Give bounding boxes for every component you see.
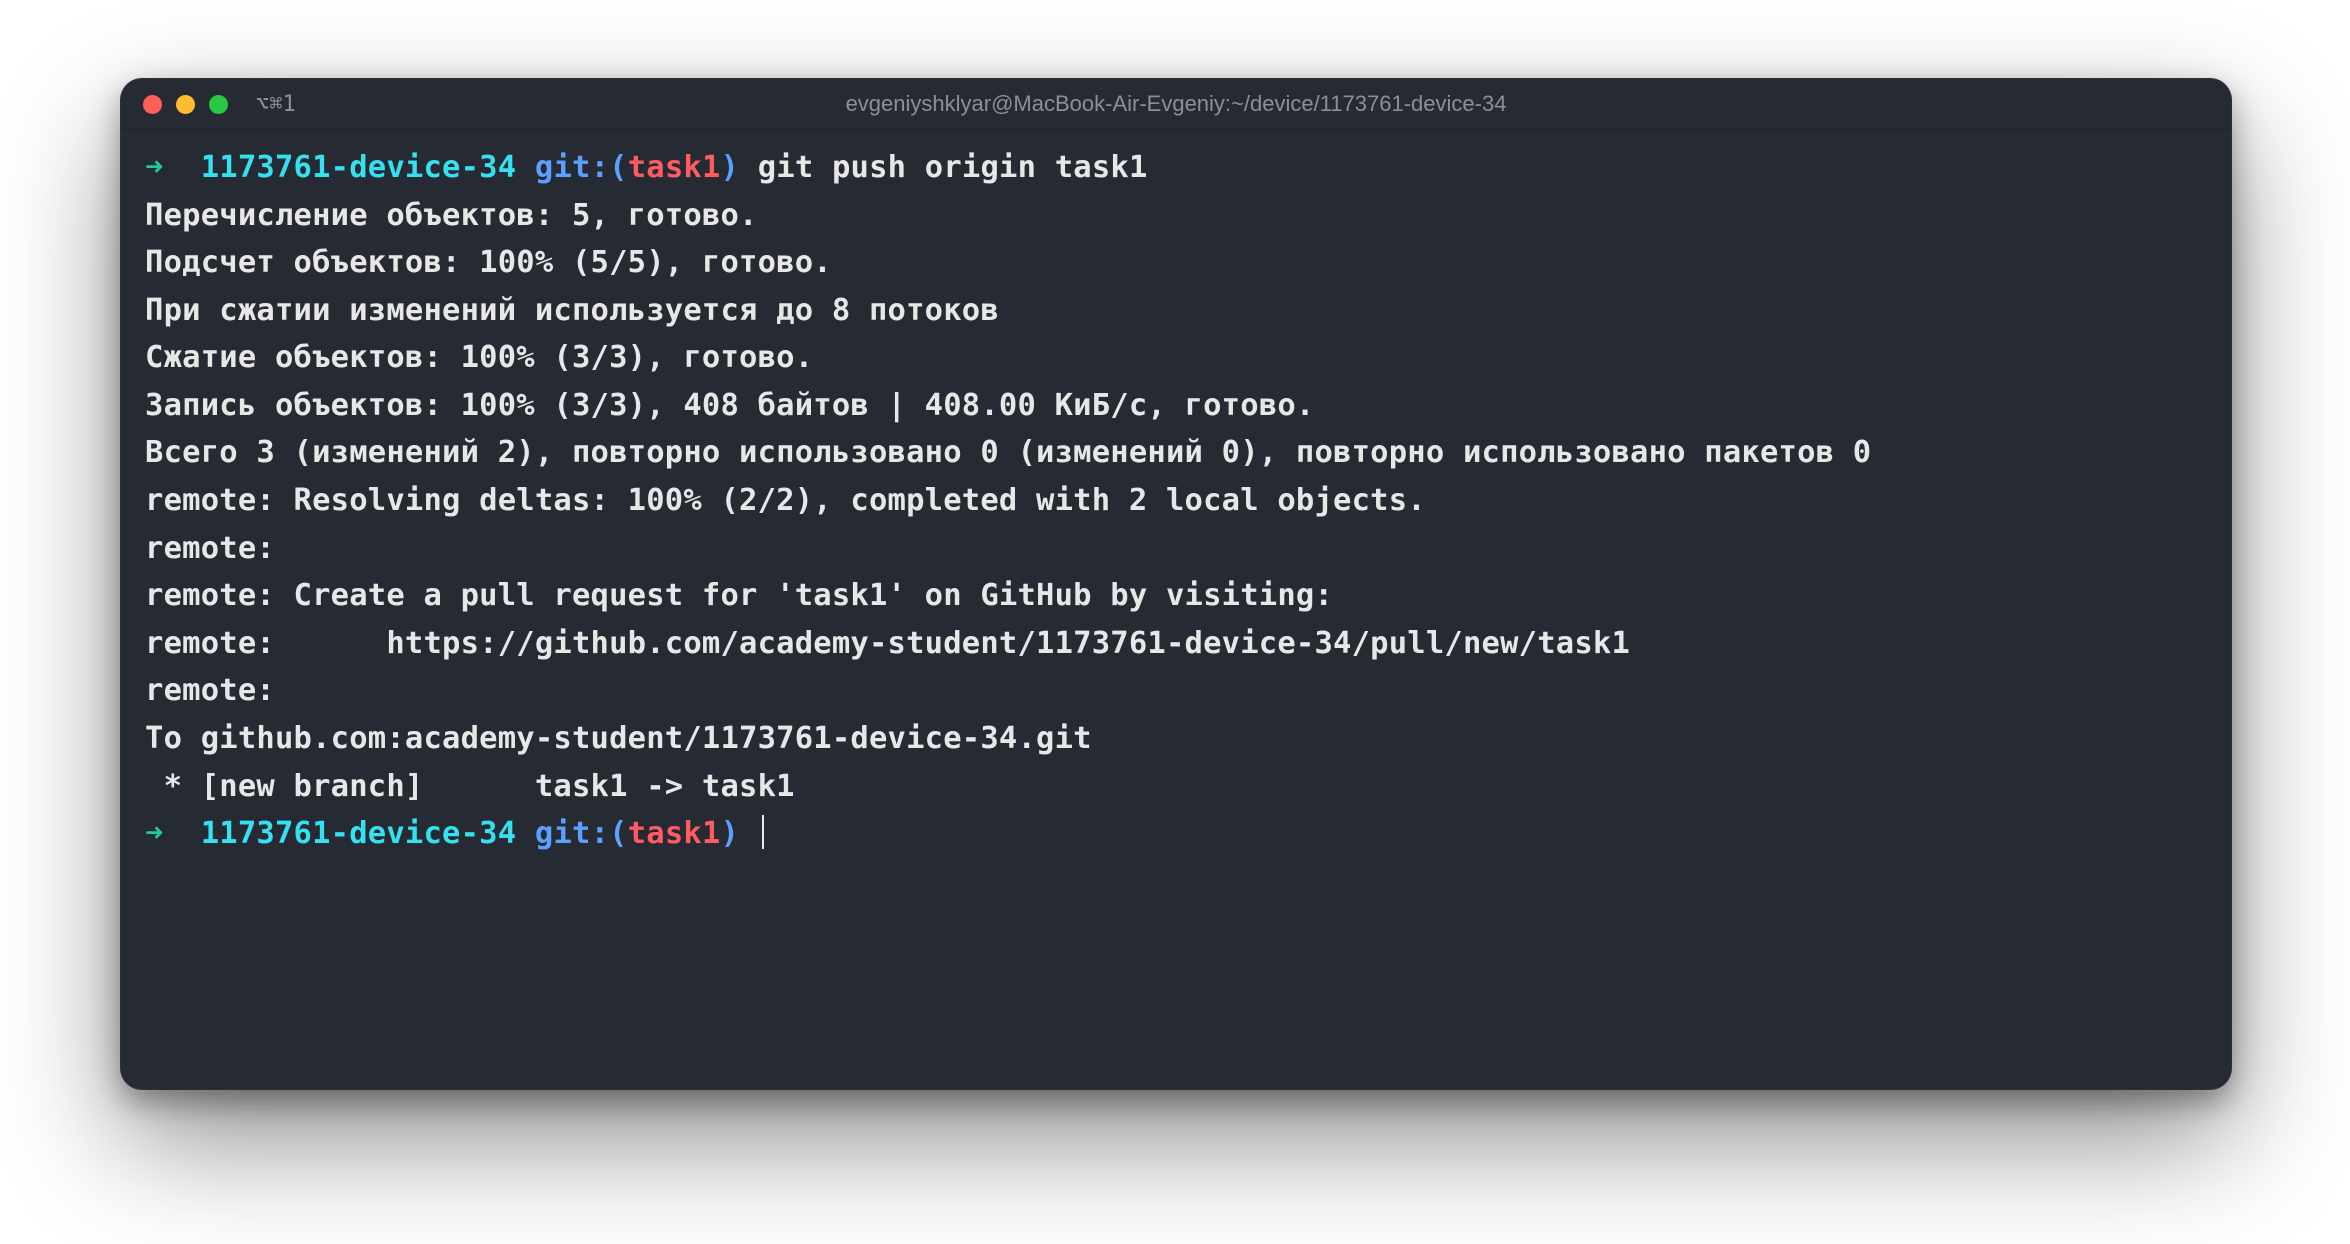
output-line: remote: xyxy=(145,531,275,566)
output-line: Запись объектов: 100% (3/3), 408 байтов … xyxy=(145,388,1314,423)
output-line: Подсчет объектов: 100% (5/5), готово. xyxy=(145,245,832,280)
minimize-icon[interactable] xyxy=(176,95,195,114)
close-icon[interactable] xyxy=(143,95,162,114)
prompt-branch: task1 xyxy=(628,150,721,185)
prompt-dir: 1173761-device-34 xyxy=(201,150,517,185)
output-line: Перечисление объектов: 5, готово. xyxy=(145,198,758,233)
output-line: * [new branch] task1 -> task1 xyxy=(145,769,795,804)
prompt-dir: 1173761-device-34 xyxy=(201,816,517,851)
prompt-git-suffix: ) xyxy=(721,816,740,851)
tab-shortcut-label: ⌥⌘1 xyxy=(256,92,296,117)
window-title: evgeniyshklyar@MacBook-Air-Evgeniy:~/dev… xyxy=(121,91,2231,117)
output-line: remote: https://github.com/academy-stude… xyxy=(145,626,1630,661)
output-line: remote: xyxy=(145,673,275,708)
terminal-body[interactable]: ➜ 1173761-device-34 git:(task1) git push… xyxy=(121,130,2231,888)
prompt-git-prefix: git:( xyxy=(535,150,628,185)
tab-indicator: ⌥⌘1 xyxy=(256,92,296,117)
output-line: remote: Resolving deltas: 100% (2/2), co… xyxy=(145,483,1426,518)
zoom-icon[interactable] xyxy=(209,95,228,114)
prompt-git-suffix: ) xyxy=(721,150,740,185)
cursor-icon xyxy=(762,815,764,849)
output-line: remote: Create a pull request for 'task1… xyxy=(145,578,1333,613)
prompt-arrow-icon: ➜ xyxy=(145,816,164,851)
output-line: Всего 3 (изменений 2), повторно использо… xyxy=(145,435,1871,470)
terminal-window: ⌥⌘1 evgeniyshklyar@MacBook-Air-Evgeniy:~… xyxy=(120,78,2232,1090)
titlebar: ⌥⌘1 evgeniyshklyar@MacBook-Air-Evgeniy:~… xyxy=(121,79,2231,130)
output-line: To github.com:academy-student/1173761-de… xyxy=(145,721,1092,756)
output-line: Сжатие объектов: 100% (3/3), готово. xyxy=(145,340,813,375)
prompt-git-prefix: git:( xyxy=(535,816,628,851)
entered-command: git push origin task1 xyxy=(758,150,1148,185)
window-controls xyxy=(143,95,228,114)
prompt-arrow-icon: ➜ xyxy=(145,150,164,185)
prompt-branch: task1 xyxy=(628,816,721,851)
output-line: При сжатии изменений используется до 8 п… xyxy=(145,293,999,328)
